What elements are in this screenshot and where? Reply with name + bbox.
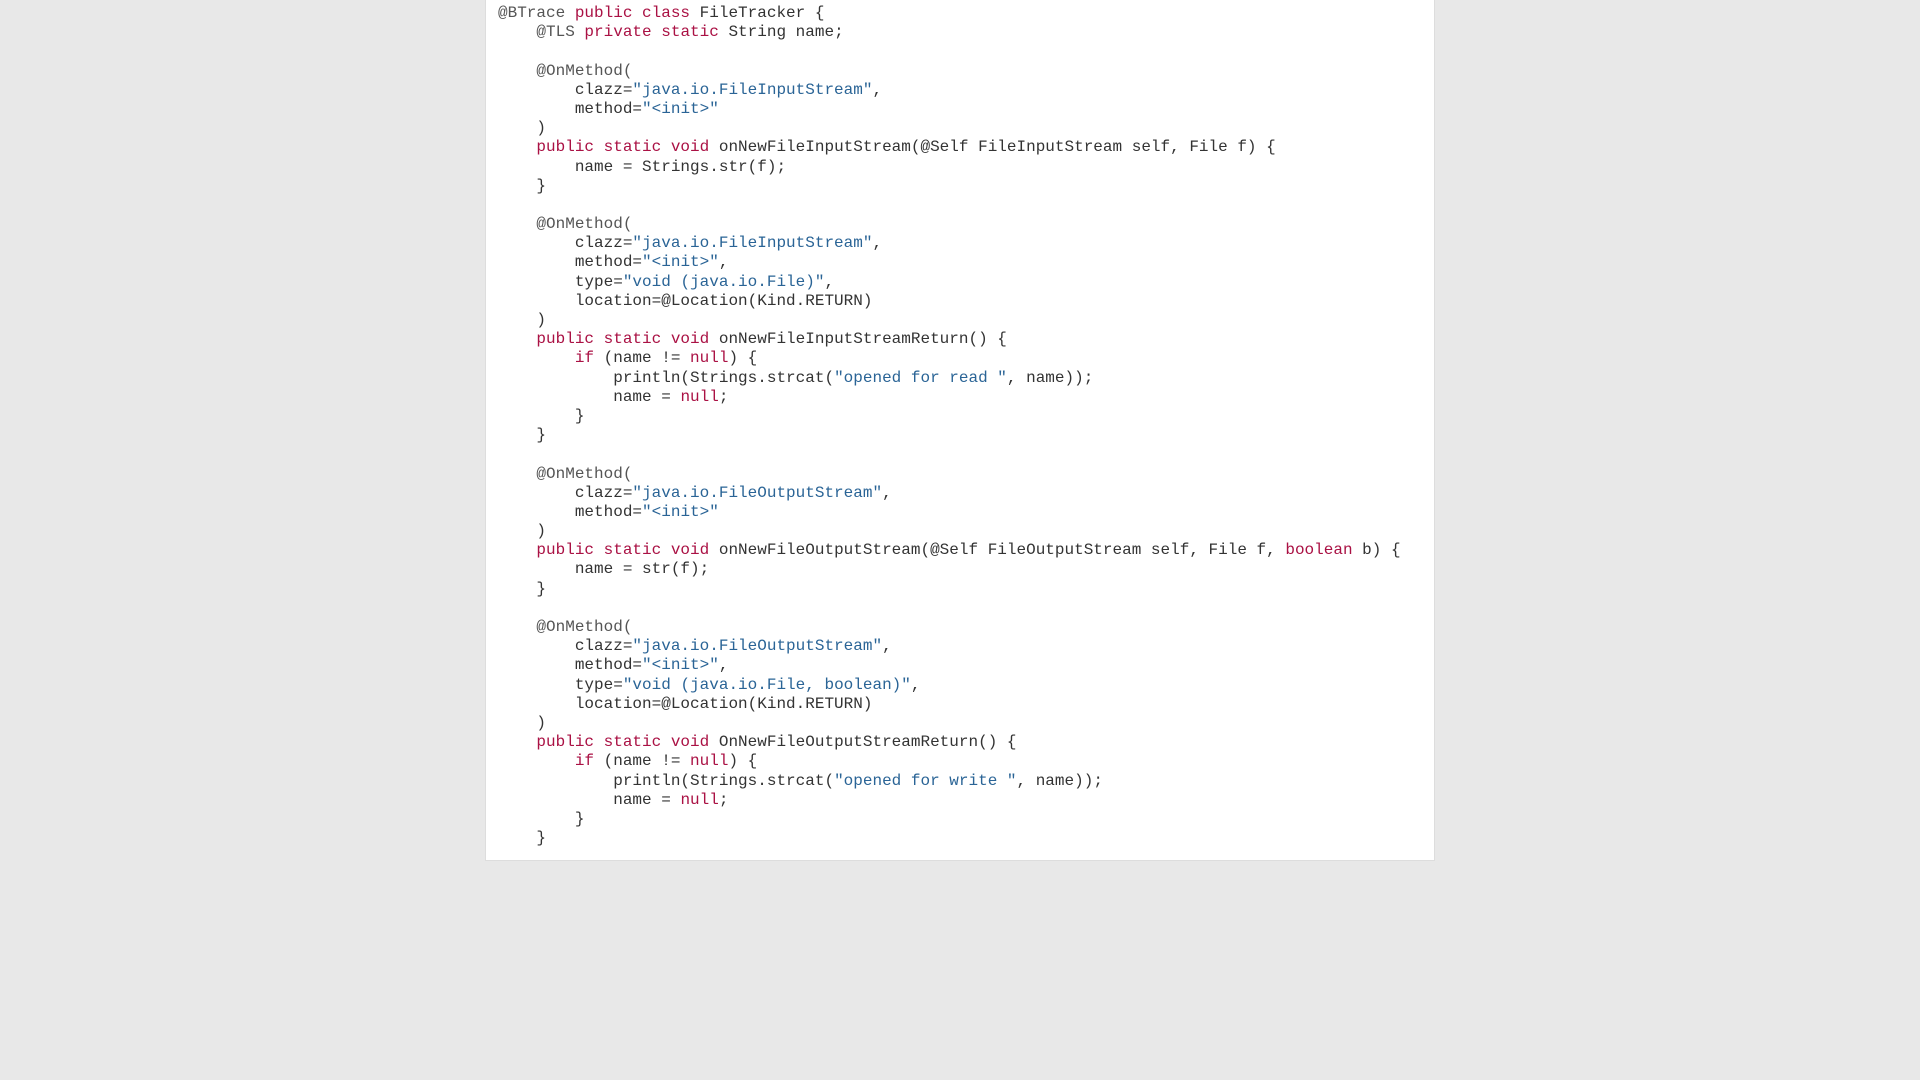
code-token-plain: onNewFileOutputStream(@Self FileOutputSt… <box>719 541 1286 559</box>
code-token-ann: @TLS <box>536 23 584 41</box>
code-token-plain: , <box>719 656 729 674</box>
code-token-bool: null <box>690 752 728 770</box>
code-token-plain: , <box>882 637 892 655</box>
code-token-plain: , <box>719 253 729 271</box>
code-token-plain: ) { <box>728 349 757 367</box>
code-token-kw: public static void <box>536 330 718 348</box>
code-token-plain <box>498 138 536 156</box>
code-token-ann: @OnMethod( <box>536 465 632 483</box>
code-token-plain <box>498 618 536 636</box>
code-token-plain: method= <box>498 503 642 521</box>
code-token-plain: onNewFileInputStream(@Self FileInputStre… <box>719 138 1276 156</box>
code-token-str: "java.io.FileOutputStream" <box>632 484 882 502</box>
code-token-bool: null <box>680 388 718 406</box>
code-token-plain: ) <box>498 522 546 540</box>
code-token-str: "<init>" <box>642 253 719 271</box>
code-token-plain: } <box>498 580 546 598</box>
code-token-plain: , name)); <box>1017 772 1103 790</box>
code-token-plain: , <box>911 676 921 694</box>
code-token-plain: , name)); <box>1007 369 1093 387</box>
code-token-plain <box>498 465 536 483</box>
code-token-plain: , <box>872 81 882 99</box>
code-token-str: "<init>" <box>642 503 719 521</box>
code-token-plain: , <box>882 484 892 502</box>
code-token-plain: method= <box>498 656 642 674</box>
code-token-plain: (name != <box>604 752 690 770</box>
code-token-kw: public static void <box>536 138 718 156</box>
code-token-kw: public static void <box>536 733 718 751</box>
code-token-plain: } <box>498 426 546 444</box>
code-token-plain: clazz= <box>498 234 632 252</box>
code-token-kw: if <box>575 752 604 770</box>
code-token-kw: if <box>575 349 604 367</box>
code-token-str: "opened for write " <box>834 772 1016 790</box>
code-token-plain: name = <box>498 388 680 406</box>
code-token-kw: private static <box>584 23 728 41</box>
code-token-plain: type= <box>498 676 623 694</box>
code-token-plain: name = Strings.str(f); <box>498 158 786 176</box>
code-token-str: "opened for read " <box>834 369 1007 387</box>
code-token-plain: name = str(f); <box>498 560 709 578</box>
code-token-ann: @OnMethod( <box>536 215 632 233</box>
code-token-plain: b) { <box>1353 541 1401 559</box>
code-token-plain: } <box>498 407 584 425</box>
code-token-plain: , <box>872 234 882 252</box>
code-token-plain: clazz= <box>498 81 632 99</box>
source-code: @BTrace public class FileTracker { @TLS … <box>498 4 1422 848</box>
code-token-plain <box>498 349 575 367</box>
code-token-kw: public class <box>575 4 700 22</box>
code-token-ann: @OnMethod( <box>536 62 632 80</box>
code-token-plain: } <box>498 177 546 195</box>
code-token-bool: null <box>680 791 718 809</box>
code-token-str: "void (java.io.File, boolean)" <box>623 676 911 694</box>
code-token-plain: location=@Location(Kind.RETURN) <box>498 292 872 310</box>
code-token-plain: (name != <box>604 349 690 367</box>
code-token-plain: ) <box>498 714 546 732</box>
code-token-plain <box>498 215 536 233</box>
code-token-str: "java.io.FileInputStream" <box>632 234 872 252</box>
code-token-plain: name = <box>498 791 680 809</box>
code-token-kw: public static void <box>536 541 718 559</box>
code-token-kw: boolean <box>1285 541 1352 559</box>
code-token-ann: @BTrace <box>498 4 575 22</box>
code-token-plain: location=@Location(Kind.RETURN) <box>498 695 872 713</box>
code-token-plain <box>498 541 536 559</box>
code-token-bool: null <box>690 349 728 367</box>
code-token-str: "void (java.io.File)" <box>623 273 825 291</box>
code-token-plain: onNewFileInputStreamReturn() { <box>719 330 1007 348</box>
code-token-plain: OnNewFileOutputStreamReturn() { <box>719 733 1017 751</box>
code-token-plain: clazz= <box>498 484 632 502</box>
code-token-plain: ) { <box>728 752 757 770</box>
code-token-plain: FileTracker { <box>700 4 825 22</box>
code-token-ann: @OnMethod( <box>536 618 632 636</box>
code-token-plain: String name; <box>728 23 843 41</box>
code-page: @BTrace public class FileTracker { @TLS … <box>485 0 1435 861</box>
code-token-plain <box>498 23 536 41</box>
code-token-str: "java.io.FileOutputStream" <box>632 637 882 655</box>
code-token-plain: method= <box>498 100 642 118</box>
code-token-plain <box>498 733 536 751</box>
code-token-plain: clazz= <box>498 637 632 655</box>
code-token-plain <box>498 752 575 770</box>
code-token-plain: println(Strings.strcat( <box>498 772 834 790</box>
code-token-str: "<init>" <box>642 656 719 674</box>
code-token-plain: , <box>824 273 834 291</box>
code-token-str: "<init>" <box>642 100 719 118</box>
code-token-plain: type= <box>498 273 623 291</box>
code-token-plain <box>498 62 536 80</box>
code-token-plain <box>498 330 536 348</box>
code-token-plain: method= <box>498 253 642 271</box>
code-token-plain: } <box>498 810 584 828</box>
code-token-plain: ; <box>719 791 729 809</box>
code-token-plain: ; <box>719 388 729 406</box>
code-token-str: "java.io.FileInputStream" <box>632 81 872 99</box>
code-token-plain: ) <box>498 311 546 329</box>
code-token-plain: println(Strings.strcat( <box>498 369 834 387</box>
code-token-plain: ) <box>498 119 546 137</box>
code-token-plain: } <box>498 829 546 847</box>
